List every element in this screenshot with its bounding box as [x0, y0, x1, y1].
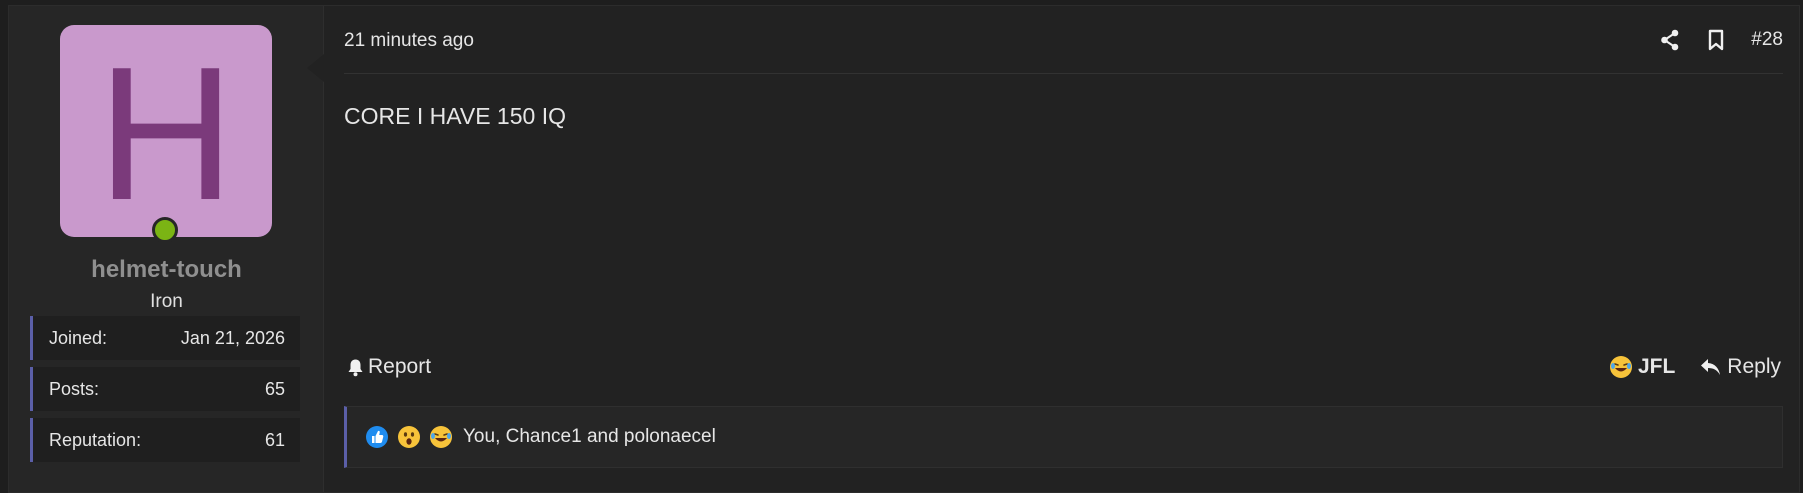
post-number-link[interactable]: #28	[1751, 29, 1783, 51]
stat-joined-label: Joined:	[49, 327, 108, 348]
user-info-column: H helmet-touch Iron Joined: Jan 21, 2026…	[9, 6, 324, 492]
post-meta-divider	[344, 73, 1783, 74]
astonished-emoji	[397, 425, 421, 449]
post-pointer-arrow	[307, 54, 324, 82]
post-actions: JFL Reply	[1609, 355, 1781, 379]
reaction-button[interactable]: JFL	[1609, 355, 1675, 379]
share-icon[interactable]	[1659, 28, 1681, 52]
stat-reputation-label: Reputation:	[49, 429, 142, 450]
crying-laughing-emoji	[1609, 355, 1633, 379]
post-meta-actions: #28	[1659, 28, 1783, 52]
avatar-letter: H	[97, 28, 235, 237]
stat-reputation: Reputation: 61	[30, 418, 300, 462]
report-label: Report	[368, 355, 432, 378]
stat-posts-value[interactable]: 65	[265, 379, 285, 400]
online-status-indicator	[152, 217, 178, 243]
reactions-summary-bar[interactable]: You, Chance1 and polonaecel	[344, 406, 1783, 468]
post-timestamp[interactable]: 21 minutes ago	[344, 30, 474, 52]
stat-joined-value: Jan 21, 2026	[180, 327, 285, 348]
username[interactable]: helmet-touch	[9, 256, 324, 284]
stat-posts: Posts: 65	[30, 367, 300, 411]
stat-reputation-value: 61	[264, 429, 285, 450]
avatar[interactable]: H	[60, 25, 272, 237]
reactors-list[interactable]: You, Chance1 and polonaecel	[463, 426, 716, 448]
post-body-text: CORE I HAVE 150 IQ	[344, 103, 566, 129]
stat-posts-label: Posts:	[49, 378, 100, 399]
crying-laughing-emoji	[429, 425, 453, 449]
thumbs-up-emoji	[365, 425, 389, 449]
post-container: H helmet-touch Iron Joined: Jan 21, 2026…	[8, 5, 1800, 493]
report-button[interactable]: Report	[346, 355, 431, 379]
reply-label: Reply	[1727, 355, 1781, 378]
stat-joined: Joined: Jan 21, 2026	[30, 316, 300, 360]
reaction-label: JFL	[1637, 355, 1676, 378]
reply-button[interactable]: Reply	[1699, 355, 1781, 379]
bookmark-icon[interactable]	[1705, 28, 1727, 52]
bell-icon	[346, 357, 364, 377]
reply-arrow-icon	[1699, 357, 1721, 377]
user-title: Iron	[150, 291, 183, 312]
